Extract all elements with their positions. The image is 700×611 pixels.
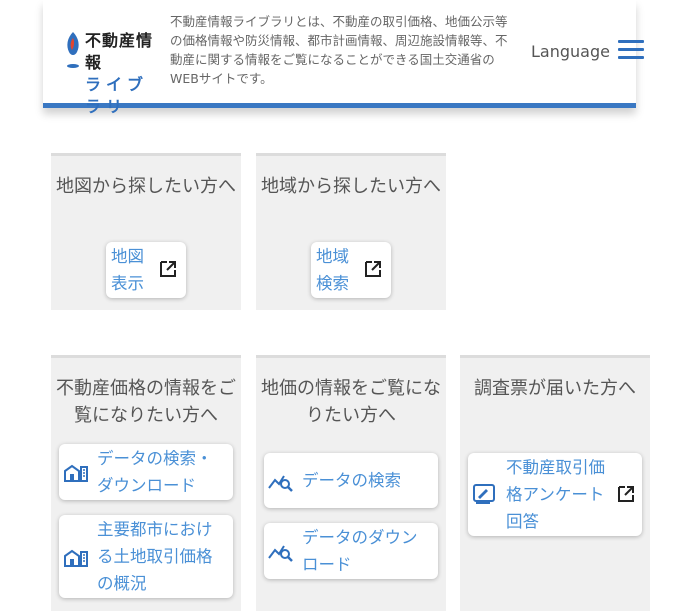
button-label: 主要都市における土地取引価格の概況 bbox=[97, 520, 213, 593]
external-link-icon bbox=[618, 486, 634, 502]
chart-search-icon bbox=[268, 475, 293, 492]
area-search-button[interactable]: 地域検索 bbox=[311, 242, 391, 298]
site-description: 不動産情報ライブラリとは、不動産の取引価格、地価公示等の価格情報や防災情報、都市… bbox=[170, 14, 508, 86]
building-chart-icon bbox=[64, 464, 88, 482]
button-label: 地図表示 bbox=[111, 247, 144, 293]
button-label: データのダウンロード bbox=[302, 528, 418, 574]
language-selector[interactable]: Language bbox=[531, 42, 610, 61]
price-data-search-download-button[interactable]: データの検索・ダウンロード bbox=[59, 444, 233, 500]
building-chart-icon bbox=[64, 549, 88, 567]
logo-text-line1: 不動産情報 bbox=[85, 31, 154, 72]
button-label: データの検索 bbox=[302, 471, 401, 490]
hamburger-menu-icon[interactable] bbox=[618, 40, 644, 60]
logo-text-line2: ライブラリ bbox=[85, 75, 149, 116]
button-label: データの検索・ダウンロード bbox=[97, 449, 213, 495]
card-area-search: 地域から探したい方へ 地域検索 bbox=[256, 153, 446, 310]
land-price-data-search-button[interactable]: データの検索 bbox=[264, 453, 438, 508]
site-logo[interactable]: 不動産情報 ライブラリ bbox=[63, 28, 163, 116]
major-city-land-price-overview-button[interactable]: 主要都市における土地取引価格の概況 bbox=[59, 515, 233, 598]
card-title: 地図から探したい方へ bbox=[56, 176, 236, 197]
card-survey: 調査票が届いた方へ 不動産取引価格アンケート回答 bbox=[460, 355, 650, 611]
card-title: 地域から探したい方へ bbox=[261, 176, 441, 197]
logo-mark-icon bbox=[67, 32, 79, 68]
external-link-icon bbox=[365, 261, 381, 277]
button-label: 不動産取引価格アンケート回答 bbox=[506, 458, 605, 531]
card-real-estate-price: 不動産価格の情報をご覧になりたい方へ データの検索・ダウンロード 主要都市におけ… bbox=[51, 355, 241, 611]
map-display-button[interactable]: 地図表示 bbox=[106, 242, 186, 298]
survey-form-icon bbox=[473, 484, 495, 504]
external-link-icon bbox=[160, 261, 176, 277]
chart-search-icon bbox=[268, 545, 293, 562]
card-title: 調査票が届いた方へ bbox=[474, 378, 636, 399]
land-price-data-download-button[interactable]: データのダウンロード bbox=[264, 523, 438, 579]
card-title: 地価の情報をご覧になりたい方へ bbox=[261, 378, 441, 426]
card-land-price: 地価の情報をご覧になりたい方へ データの検索 データのダウンロード bbox=[256, 355, 446, 611]
survey-answer-button[interactable]: 不動産取引価格アンケート回答 bbox=[468, 453, 642, 536]
button-label: 地域検索 bbox=[316, 247, 349, 293]
card-map-search: 地図から探したい方へ 地図表示 bbox=[51, 153, 241, 310]
site-header: 不動産情報 ライブラリ 不動産情報ライブラリとは、不動産の取引価格、地価公示等の… bbox=[43, 0, 644, 116]
card-title: 不動産価格の情報をご覧になりたい方へ bbox=[56, 378, 236, 426]
